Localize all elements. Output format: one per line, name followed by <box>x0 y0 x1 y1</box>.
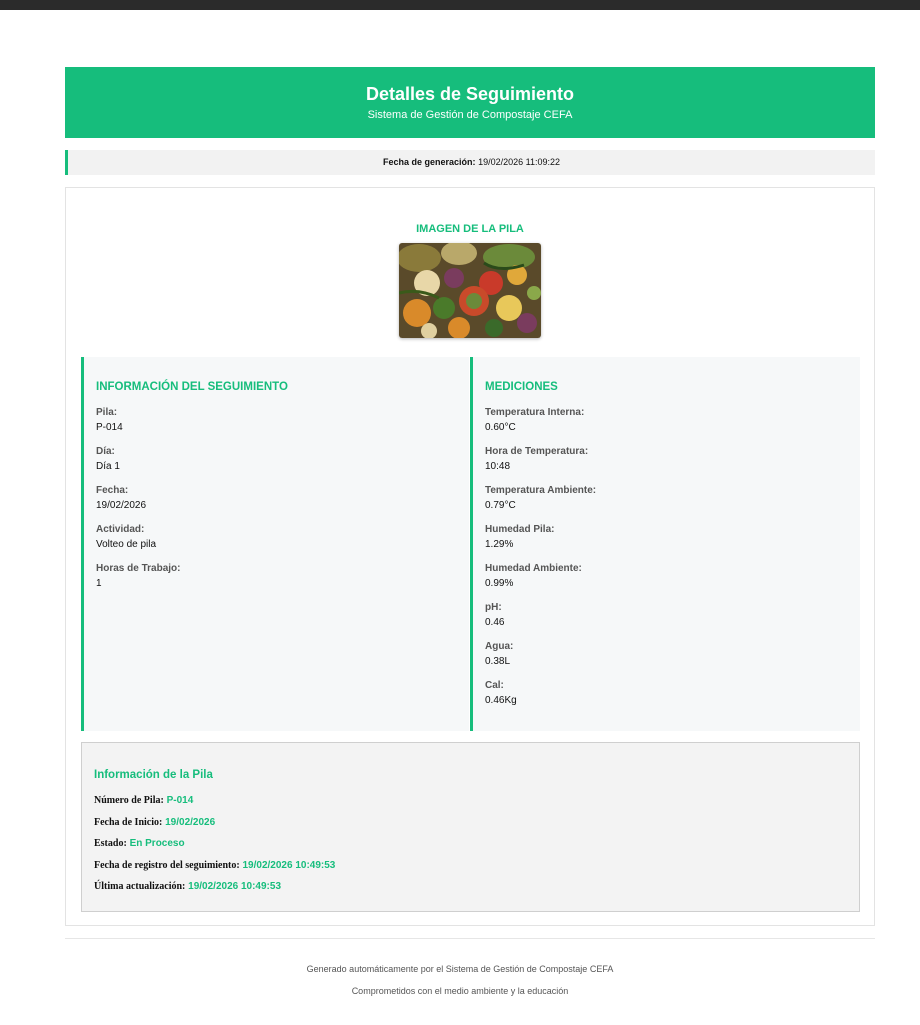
image-section-title: IMAGEN DE LA PILA <box>416 223 524 235</box>
field-label: Fecha: <box>96 485 129 496</box>
row-label: Última actualización: <box>94 881 186 892</box>
pila-info-row-estado: Estado: En Proceso <box>94 838 335 860</box>
field-agua: Agua: 0.38L <box>485 640 596 679</box>
row-value: 19/02/2026 10:49:53 <box>242 859 336 871</box>
field-value: 0.99% <box>485 578 514 589</box>
field-cal: Cal: 0.46Kg <box>485 679 596 718</box>
details-card: IMAGEN DE LA PILA INFORMACIÓN DEL SEGUIM… <box>65 187 875 926</box>
pila-info-row-fecha-registro: Fecha de registro del seguimiento: 19/02… <box>94 860 335 882</box>
pila-info-row-fecha-inicio: Fecha de Inicio: 19/02/2026 <box>94 817 335 839</box>
field-value: Volteo de pila <box>96 539 157 550</box>
generation-date-bar: Fecha de generación: 19/02/2026 11:09:22 <box>65 150 875 175</box>
row-label: Fecha de registro del seguimiento: <box>94 859 240 871</box>
pila-info-rows: Número de Pila: P-014 Fecha de Inicio: 1… <box>94 795 335 903</box>
row-value: 19/02/2026 <box>165 816 216 828</box>
field-label: Temperatura Interna: <box>485 407 585 418</box>
field-value: 19/02/2026 <box>96 500 147 511</box>
pila-info-row-numero: Número de Pila: P-014 <box>94 795 335 817</box>
field-value: 0.38L <box>485 656 511 667</box>
field-label: Pila: <box>96 407 118 418</box>
field-label: Cal: <box>485 680 504 691</box>
top-bar <box>0 0 920 10</box>
field-value: 1 <box>96 578 102 589</box>
row-value: 19/02/2026 10:49:53 <box>188 881 282 892</box>
report-header: Detalles de Seguimiento Sistema de Gesti… <box>65 67 875 138</box>
field-label: Humedad Pila: <box>485 524 555 535</box>
field-fecha: Fecha: 19/02/2026 <box>96 484 180 523</box>
field-value: 0.46 <box>485 617 505 628</box>
row-value: P-014 <box>166 795 194 806</box>
mediciones-fields: Temperatura Interna: 0.60°C Hora de Temp… <box>485 406 596 718</box>
field-label: Humedad Ambiente: <box>485 563 582 574</box>
mediciones-panel: MEDICIONES Temperatura Interna: 0.60°C H… <box>470 357 860 731</box>
field-label: Temperatura Ambiente: <box>485 485 597 496</box>
field-value: 1.29% <box>485 539 514 550</box>
seguimiento-fields: Pila: P-014 Día: Día 1 Fecha: 19/02/2026… <box>96 406 180 601</box>
field-value: 0.60°C <box>485 422 516 433</box>
pila-info-row-ultima-actualizacion: Última actualización: 19/02/2026 10:49:5… <box>94 881 335 903</box>
field-value: 0.46Kg <box>485 695 517 706</box>
field-value: P-014 <box>96 422 123 433</box>
field-temperatura-interna: Temperatura Interna: 0.60°C <box>485 406 596 445</box>
page-subtitle: Sistema de Gestión de Compostaje CEFA <box>367 109 573 121</box>
footer-divider <box>65 938 875 939</box>
generation-date-value: 19/02/2026 11:09:22 <box>478 157 560 167</box>
footer-line-1: Generado automáticamente por el Sistema … <box>306 964 614 974</box>
footer: Generado automáticamente por el Sistema … <box>0 958 920 1002</box>
field-label: Hora de Temperatura: <box>485 446 589 457</box>
field-value: 0.79°C <box>485 500 516 511</box>
field-hora-temperatura: Hora de Temperatura: 10:48 <box>485 445 596 484</box>
field-humedad-pila: Humedad Pila: 1.29% <box>485 523 596 562</box>
footer-line-2: Comprometidos con el medio ambiente y la… <box>351 986 569 996</box>
field-pila: Pila: P-014 <box>96 406 180 445</box>
field-humedad-ambiente: Humedad Ambiente: 0.99% <box>485 562 596 601</box>
status-badge: En Proceso <box>129 838 185 849</box>
seguimiento-info-panel: INFORMACIÓN DEL SEGUIMIENTO Pila: P-014 … <box>81 357 469 731</box>
pile-image <box>399 243 541 338</box>
pila-info-box: Información de la Pila Número de Pila: P… <box>81 742 860 912</box>
field-value: Día 1 <box>96 461 120 472</box>
field-label: Actividad: <box>96 524 145 535</box>
row-label: Número de Pila: <box>94 795 164 806</box>
field-ph: pH: 0.46 <box>485 601 596 640</box>
pila-info-title: Información de la Pila <box>94 769 213 781</box>
field-horas-trabajo: Horas de Trabajo: 1 <box>96 562 180 601</box>
field-label: Horas de Trabajo: <box>96 563 181 574</box>
field-label: pH: <box>485 602 502 613</box>
seguimiento-title: INFORMACIÓN DEL SEGUIMIENTO <box>96 381 288 393</box>
field-label: Agua: <box>485 641 514 652</box>
field-temperatura-ambiente: Temperatura Ambiente: 0.79°C <box>485 484 596 523</box>
field-dia: Día: Día 1 <box>96 445 180 484</box>
generation-date-label: Fecha de generación: <box>383 157 476 167</box>
row-label: Estado: <box>94 838 127 849</box>
field-value: 10:48 <box>485 461 511 472</box>
page-title: Detalles de Seguimiento <box>365 84 575 104</box>
row-label: Fecha de Inicio: <box>94 816 163 828</box>
field-label: Día: <box>96 446 115 457</box>
field-actividad: Actividad: Volteo de pila <box>96 523 180 562</box>
mediciones-title: MEDICIONES <box>485 381 558 393</box>
